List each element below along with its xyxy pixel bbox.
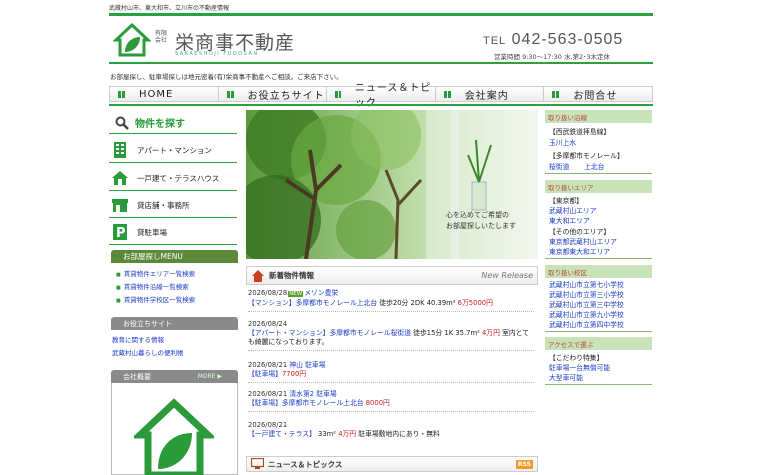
menu-link-school[interactable]: 賃貸物件学校区一覧検索 [116, 294, 196, 304]
menu-link-line[interactable]: 賃貸物件沿線一覧検索 [116, 281, 189, 291]
category-store[interactable]: 貸店舗・事務所 [111, 193, 237, 217]
news-header: ニュース＆トピックス RSS [246, 456, 538, 472]
list-item[interactable]: 2026/08/24 【アパート・マンション】多摩都市モノレール桜街道 徒歩15… [248, 320, 534, 351]
forest-image [246, 110, 538, 259]
area-link-tokyo-higashiyamato[interactable]: 東京都東大和エリア [549, 246, 610, 256]
nav-bullet-icon [552, 90, 560, 98]
line-link-kamikitadai[interactable]: 上北台 [584, 161, 604, 171]
useful-link-living[interactable]: 武蔵村山暮らしの便利帳 [112, 347, 184, 357]
feature-link-parking[interactable]: 駐車場一台無償可能 [549, 362, 610, 372]
useful-sites-header: お役立ちサイト [111, 317, 238, 330]
house-icon [111, 170, 129, 186]
divider [545, 173, 652, 174]
line-name: 【西武鉄道拝島線】 [549, 128, 611, 136]
feature-link-large-car[interactable]: 大型車可能 [549, 372, 583, 382]
list-item[interactable]: 2026/08/21 神山 駐車場 【駐車場】7700円 [248, 361, 534, 383]
school-link[interactable]: 武蔵村山市立第四中学校 [549, 319, 624, 329]
line-link-sakurakaido[interactable]: 桜街道 [549, 161, 569, 171]
logo-roman: SAKAESHOJI FUDOSAN [175, 51, 259, 57]
new-release-header: 新着物件情報 New Release [246, 266, 538, 285]
lines-header: 取り扱い沿線 [545, 110, 652, 123]
nav-bullet-icon [118, 90, 125, 98]
area-header: 取り扱いエリア [545, 180, 652, 193]
house-icon [252, 269, 264, 282]
new-badge: NEW [288, 291, 304, 297]
feature-title: 【こだわり特集】 [549, 354, 604, 362]
list-item[interactable]: 2026/08/21 【一戸建て・テラス】 33m² 4万円 駐車場敷地内にあり… [248, 421, 534, 439]
category-house[interactable]: 一戸建て・テラスハウス [111, 166, 237, 190]
divider [545, 384, 652, 385]
header-bottom-bar [109, 62, 653, 64]
divider [109, 162, 237, 163]
site-logo[interactable]: 有限会社 栄商事不動産 SAKAESHOJI FUDOSAN [113, 20, 313, 60]
search-title: 物件を探す [115, 115, 185, 130]
school-link[interactable]: 武蔵村山市立第三中学校 [549, 299, 624, 309]
company-box[interactable] [111, 383, 238, 475]
divider [109, 133, 237, 134]
hero-banner: 心を込めてご希望の お部屋探しいたします [246, 110, 538, 259]
nav-bullet-icon [226, 90, 234, 98]
monitor-icon [251, 458, 264, 469]
room-search-menu-header: お部屋探しMENU [111, 250, 238, 263]
main-nav: HOME お役立ちサイト ニュース＆トピック 会社案内 お問合せ [109, 83, 653, 109]
company-logo-icon [134, 398, 214, 475]
line-name: 【多摩都市モノレール】 [549, 152, 624, 160]
school-link[interactable]: 武蔵村山市立第三小学校 [549, 289, 624, 299]
nav-underline [109, 104, 653, 106]
category-apartment[interactable]: アパート・マンション [111, 138, 237, 162]
list-item[interactable]: 2026/08/28 NEW メゾン豊栄 【マンション】多摩都市モノレール上北台 徒… [248, 289, 534, 312]
area-other: 【その他のエリア】 [549, 228, 611, 236]
divider [545, 258, 652, 259]
business-hours: 営業時間 9:30〜17:30 水,第2･3木定休 [494, 53, 611, 61]
menu-link-area[interactable]: 賃貸物件エリア一覧検索 [116, 268, 196, 278]
new-release-en: New Release [481, 271, 533, 280]
divider [109, 190, 237, 191]
nav-bullet-icon [335, 90, 341, 98]
school-link[interactable]: 武蔵村山市立第七小学校 [549, 279, 624, 289]
house-leaf-logo-icon [113, 22, 151, 57]
nav-news[interactable]: ニュース＆トピック [327, 83, 436, 109]
school-header: 取り扱い校区 [545, 265, 652, 278]
company-more-link[interactable]: MORE ▶ [198, 373, 222, 380]
search-icon [115, 116, 129, 130]
logo-company-type: 有限会社 [155, 30, 168, 44]
phone-number: TEL 042-563-0505 [483, 31, 624, 48]
area-link-tokyo-musashimurayama[interactable]: 東京都武蔵村山エリア [549, 236, 617, 246]
area-tokyo: 【東京都】 [549, 197, 583, 205]
area-link-higashiyamato[interactable]: 東大和エリア [549, 215, 590, 225]
header-top-bar [109, 13, 653, 16]
list-item[interactable]: 2026/08/21 清水第2 駐車場 【駐車場】多摩都市モノレール上北台 80… [248, 390, 534, 412]
nav-company[interactable]: 会社案内 [436, 87, 545, 102]
top-description: 武蔵村山市、東大和市、立川市の不動産情報 [109, 5, 230, 12]
nav-useful-sites[interactable]: お役立ちサイト [219, 87, 328, 102]
useful-link-education[interactable]: 教育に関する情報 [112, 334, 164, 344]
parking-icon: P [111, 224, 129, 240]
nav-contact[interactable]: お問合せ [544, 87, 652, 102]
company-header: 会社概要 MORE ▶ [111, 370, 238, 383]
divider [545, 331, 652, 332]
access-header: アクセスで選ぶ [545, 337, 652, 350]
line-link-tamagawa[interactable]: 玉川上水 [549, 137, 576, 147]
area-link-musashimurayama[interactable]: 武蔵村山エリア [549, 205, 597, 215]
divider [109, 244, 237, 245]
svg-text:P: P [116, 226, 126, 240]
store-icon [111, 197, 129, 213]
nav-home[interactable]: HOME [110, 87, 219, 101]
apartment-icon [111, 142, 129, 158]
rss-button[interactable]: RSS [516, 459, 533, 469]
tagline: お部屋探し、駐車場探しは地元密着(有)栄商事不動産へご相談。ご来店下さい。 [110, 73, 343, 81]
school-link[interactable]: 武蔵村山市立第九小学校 [549, 309, 624, 319]
nav-bullet-icon [443, 90, 451, 98]
divider [109, 217, 237, 218]
category-parking[interactable]: P 貸駐車場 [111, 220, 237, 244]
hero-message: 心を込めてご希望の お部屋探しいたします [446, 211, 516, 230]
